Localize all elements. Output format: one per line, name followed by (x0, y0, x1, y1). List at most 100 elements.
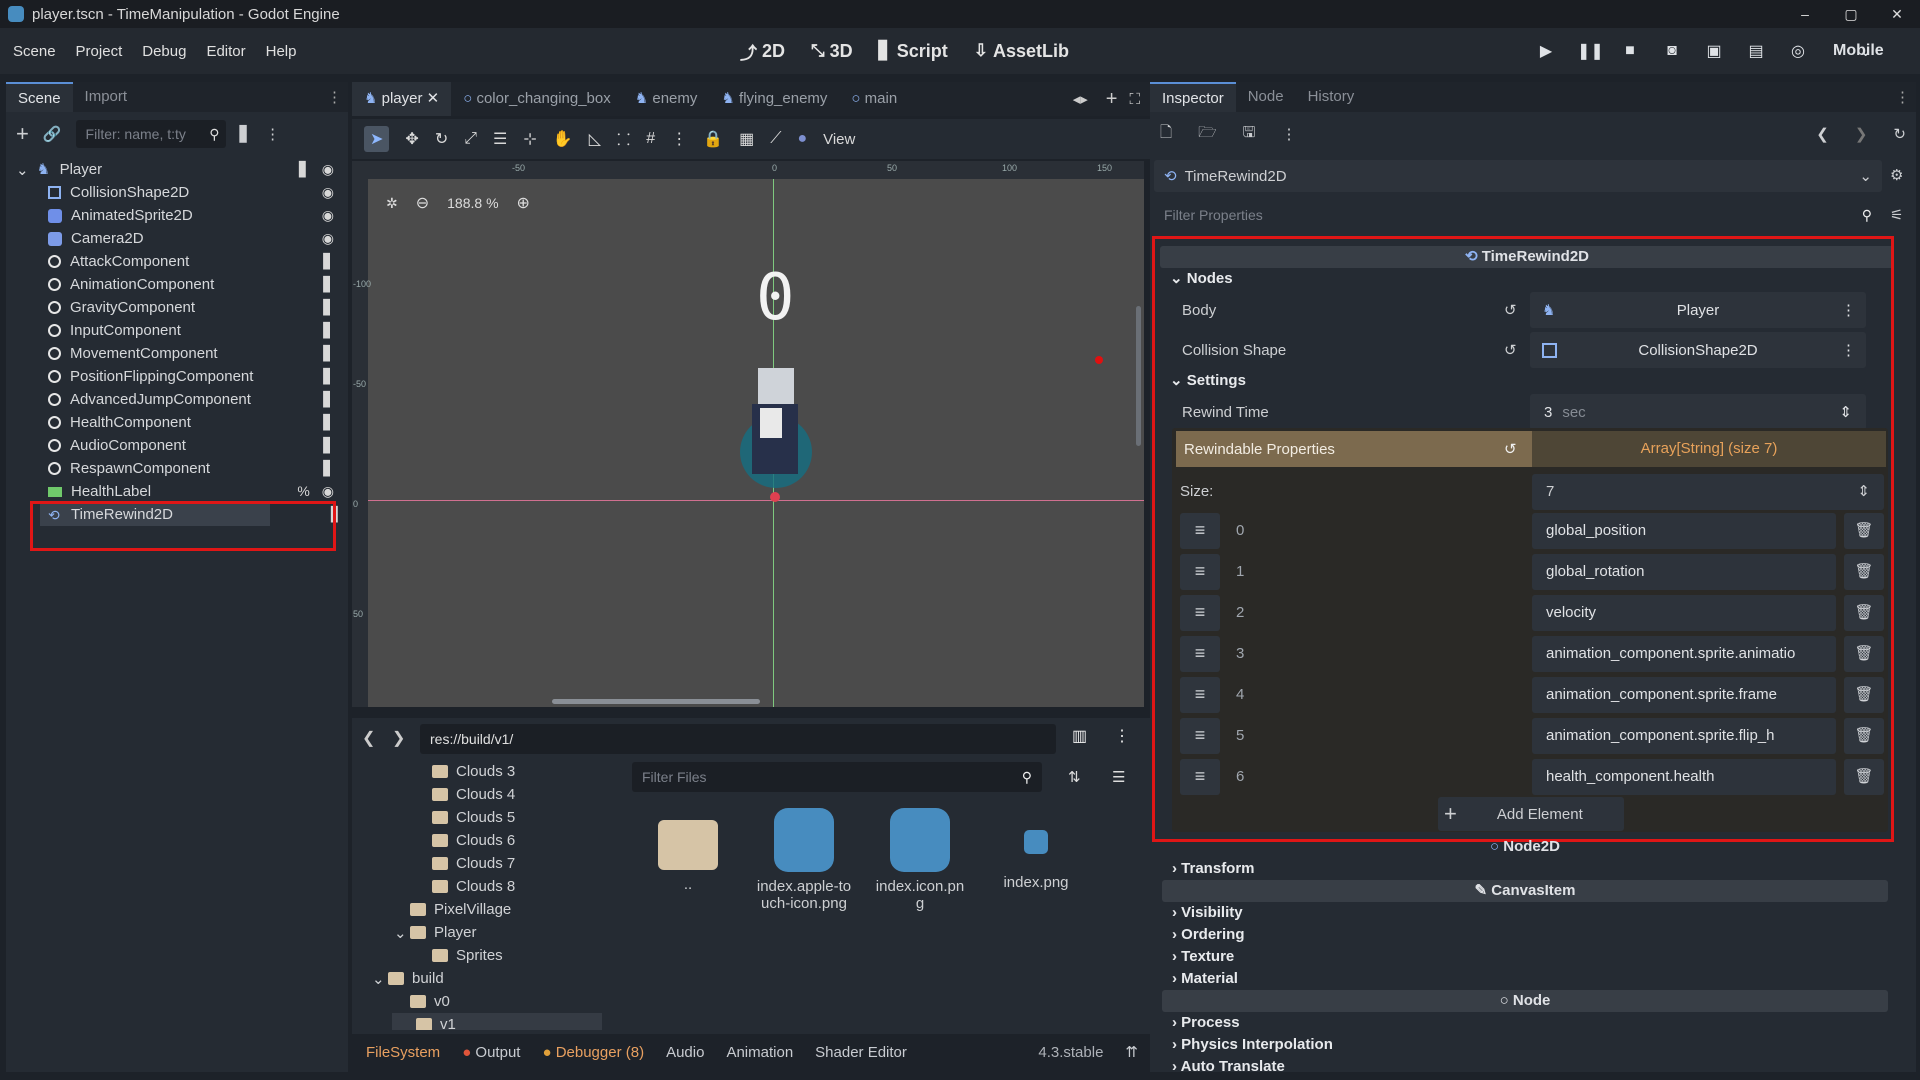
tab-debugger[interactable]: ● Debugger (8) (542, 1044, 644, 1061)
tab-node[interactable]: Node (1236, 82, 1296, 112)
scene-tab[interactable]: ♞ player ✕ (352, 82, 452, 116)
history-forward-icon[interactable]: ❯ (1855, 125, 1868, 143)
array-element-input[interactable]: animation_component.sprite.animatio (1532, 636, 1836, 672)
pin-bottom-panel-icon[interactable]: ⇈ (1125, 1043, 1138, 1061)
script-icon[interactable]: ▋ (323, 276, 334, 293)
visibility-eye-icon[interactable]: ◉ (322, 483, 334, 500)
trash-icon[interactable]: 🗑 (1844, 554, 1884, 590)
property-rewind-time[interactable]: Rewind Time 3 sec ⇕ (1160, 392, 1894, 432)
fs-folder-row[interactable]: Clouds 3 (352, 760, 612, 783)
property-options-icon[interactable]: ⚟ (1890, 206, 1903, 224)
workspace-3d-button[interactable]: ⤡ 3D (811, 41, 853, 62)
scene-node[interactable]: HealthLabel% ◉ (6, 480, 348, 503)
menu-project[interactable]: Project (66, 43, 133, 60)
group-settings[interactable]: ⌄ Settings (1160, 370, 1894, 392)
fs-menu-icon[interactable]: ⋮ (1114, 726, 1130, 746)
fs-folder-row[interactable]: Clouds 5 (352, 806, 612, 829)
play-custom-scene-icon[interactable]: ▤ (1745, 41, 1767, 61)
list-select-icon[interactable]: ☰ (493, 129, 507, 149)
visibility-eye-icon[interactable]: ◉ (322, 230, 334, 247)
chevron-down-icon[interactable]: ⌄ (394, 924, 410, 942)
script-icon[interactable]: ▋ (299, 161, 310, 178)
chevron-down-icon[interactable]: ⌄ (372, 970, 388, 988)
script-icon[interactable]: ▋ (323, 368, 334, 385)
dock-menu-icon[interactable]: ⋮ (1895, 88, 1910, 106)
history-back-icon[interactable]: ❮ (362, 728, 375, 748)
scene-node[interactable]: InputComponent ▋ (6, 319, 348, 342)
stop-icon[interactable]: ■ (1619, 42, 1641, 60)
unique-name-icon[interactable]: % (297, 483, 309, 500)
fs-folder-row[interactable]: Clouds 7 (352, 852, 612, 875)
object-history-icon[interactable]: ↻ (1893, 125, 1906, 143)
tab-history[interactable]: History (1296, 82, 1367, 112)
file-item[interactable]: index.icon.png (872, 808, 968, 912)
tab-inspector[interactable]: Inspector (1150, 82, 1236, 112)
menu-editor[interactable]: Editor (196, 43, 255, 60)
player-sprite[interactable] (730, 356, 820, 502)
scene-node[interactable]: GravityComponent ▋ (6, 296, 348, 319)
group-ordering[interactable]: › Ordering (1162, 924, 1888, 946)
property-rewindable-properties[interactable]: Rewindable Properties ↺ Array[String] (s… (1176, 431, 1886, 467)
scene-node[interactable]: AnimatedSprite2D ◉ (6, 204, 348, 227)
snap-options-icon[interactable]: ⋮ (671, 129, 687, 149)
renderer-select[interactable]: Mobile (1833, 42, 1884, 60)
trash-icon[interactable]: 🗑 (1844, 759, 1884, 795)
kebab-menu-icon[interactable]: ⋮ (1841, 341, 1856, 359)
file-item[interactable]: index.png (988, 808, 1084, 912)
group-physics-interpolation[interactable]: › Physics Interpolation (1162, 1034, 1888, 1056)
fs-folder-row[interactable]: PixelVillage (352, 898, 612, 921)
revert-icon[interactable]: ↺ (1504, 301, 1517, 319)
workspace-script-button[interactable]: ▋ Script (879, 41, 948, 62)
zoom-in-icon[interactable]: ⊕ (517, 193, 530, 213)
history-forward-icon[interactable]: ❯ (392, 728, 405, 748)
pivot-mode-icon[interactable]: ⊹ (523, 129, 536, 149)
array-size-input[interactable]: 7 ⇕ (1532, 474, 1884, 510)
list-view-icon[interactable]: ☰ (1112, 768, 1125, 786)
tab-animation[interactable]: Animation (726, 1044, 793, 1061)
zoom-out-icon[interactable]: ⊖ (416, 193, 429, 213)
view-menu[interactable]: View (823, 131, 855, 148)
canvas-viewport[interactable]: -50 0 50 100 150 -100 -50 0 50 ✲ ⊖ 188.8… (352, 161, 1144, 707)
collision-shape-value[interactable]: CollisionShape2D ⋮ (1530, 332, 1866, 368)
rewindable-array-value[interactable]: Array[String] (size 7) (1532, 431, 1886, 467)
select-mode-icon[interactable]: ➤ (364, 126, 390, 152)
lock-icon[interactable]: 🔒 (703, 129, 723, 149)
file-filter-input[interactable]: Filter Files ⚲ (632, 762, 1042, 792)
split-view-icon[interactable]: ▥ (1072, 726, 1087, 746)
fs-folder-row[interactable]: Clouds 6 (352, 829, 612, 852)
move-mode-icon[interactable]: ✥ (405, 129, 418, 149)
drag-handle-icon[interactable]: ≡ (1180, 677, 1220, 713)
sort-icon[interactable]: ⇅ (1068, 768, 1081, 786)
grid-snap-icon[interactable]: # (646, 130, 655, 148)
scene-filter-input[interactable]: Filter: name, t:ty ⚲ (75, 120, 226, 148)
scene-node[interactable]: AnimationComponent ▋ (6, 273, 348, 296)
scene-node[interactable]: CollisionShape2D ◉ (6, 181, 348, 204)
scene-node[interactable]: AttackComponent ▋ (6, 250, 348, 273)
scene-node[interactable]: AudioComponent ▋ (6, 434, 348, 457)
drag-handle-icon[interactable]: ≡ (1180, 759, 1220, 795)
extra-resource-menu-icon[interactable]: ⋮ (1281, 125, 1296, 143)
drag-handle-icon[interactable]: ≡ (1180, 636, 1220, 672)
file-item[interactable]: index.apple-touch-icon.png (756, 808, 852, 912)
workspace-2d-button[interactable]: ⤴ 2D (740, 39, 785, 64)
body-value[interactable]: ♞ Player ⋮ (1530, 292, 1866, 328)
menu-help[interactable]: Help (256, 43, 307, 60)
scene-node[interactable]: ⟲TimeRewind2D▋◉ (40, 503, 366, 526)
group-auto-translate[interactable]: › Auto Translate (1162, 1056, 1888, 1078)
script-icon[interactable]: ▋ (323, 299, 334, 316)
center-view-icon[interactable]: ✲ (386, 195, 398, 212)
scene-tab[interactable]: ○ color_changing_box (451, 82, 623, 116)
scene-node[interactable]: ⌄ ♞ Player ▋ ◉ (6, 158, 348, 181)
scene-menu-icon[interactable]: ⋮ (265, 125, 280, 143)
path-field[interactable]: res://build/v1/ (420, 724, 1056, 754)
fs-folder-row[interactable]: Sprites (352, 944, 612, 967)
group-visibility[interactable]: › Visibility (1162, 902, 1888, 924)
tab-audio[interactable]: Audio (666, 1044, 704, 1061)
pan-mode-icon[interactable]: ✋ (553, 129, 573, 149)
trash-icon[interactable]: 🗑 (1844, 513, 1884, 549)
object-selector[interactable]: ⟲ TimeRewind2D ⌄ (1154, 160, 1882, 192)
drag-handle-icon[interactable]: ≡ (1180, 513, 1220, 549)
scene-tab[interactable]: ♞ flying_enemy (709, 82, 839, 116)
attach-script-icon[interactable]: ▋ (240, 125, 252, 143)
rotate-mode-icon[interactable]: ↻ (435, 129, 448, 149)
